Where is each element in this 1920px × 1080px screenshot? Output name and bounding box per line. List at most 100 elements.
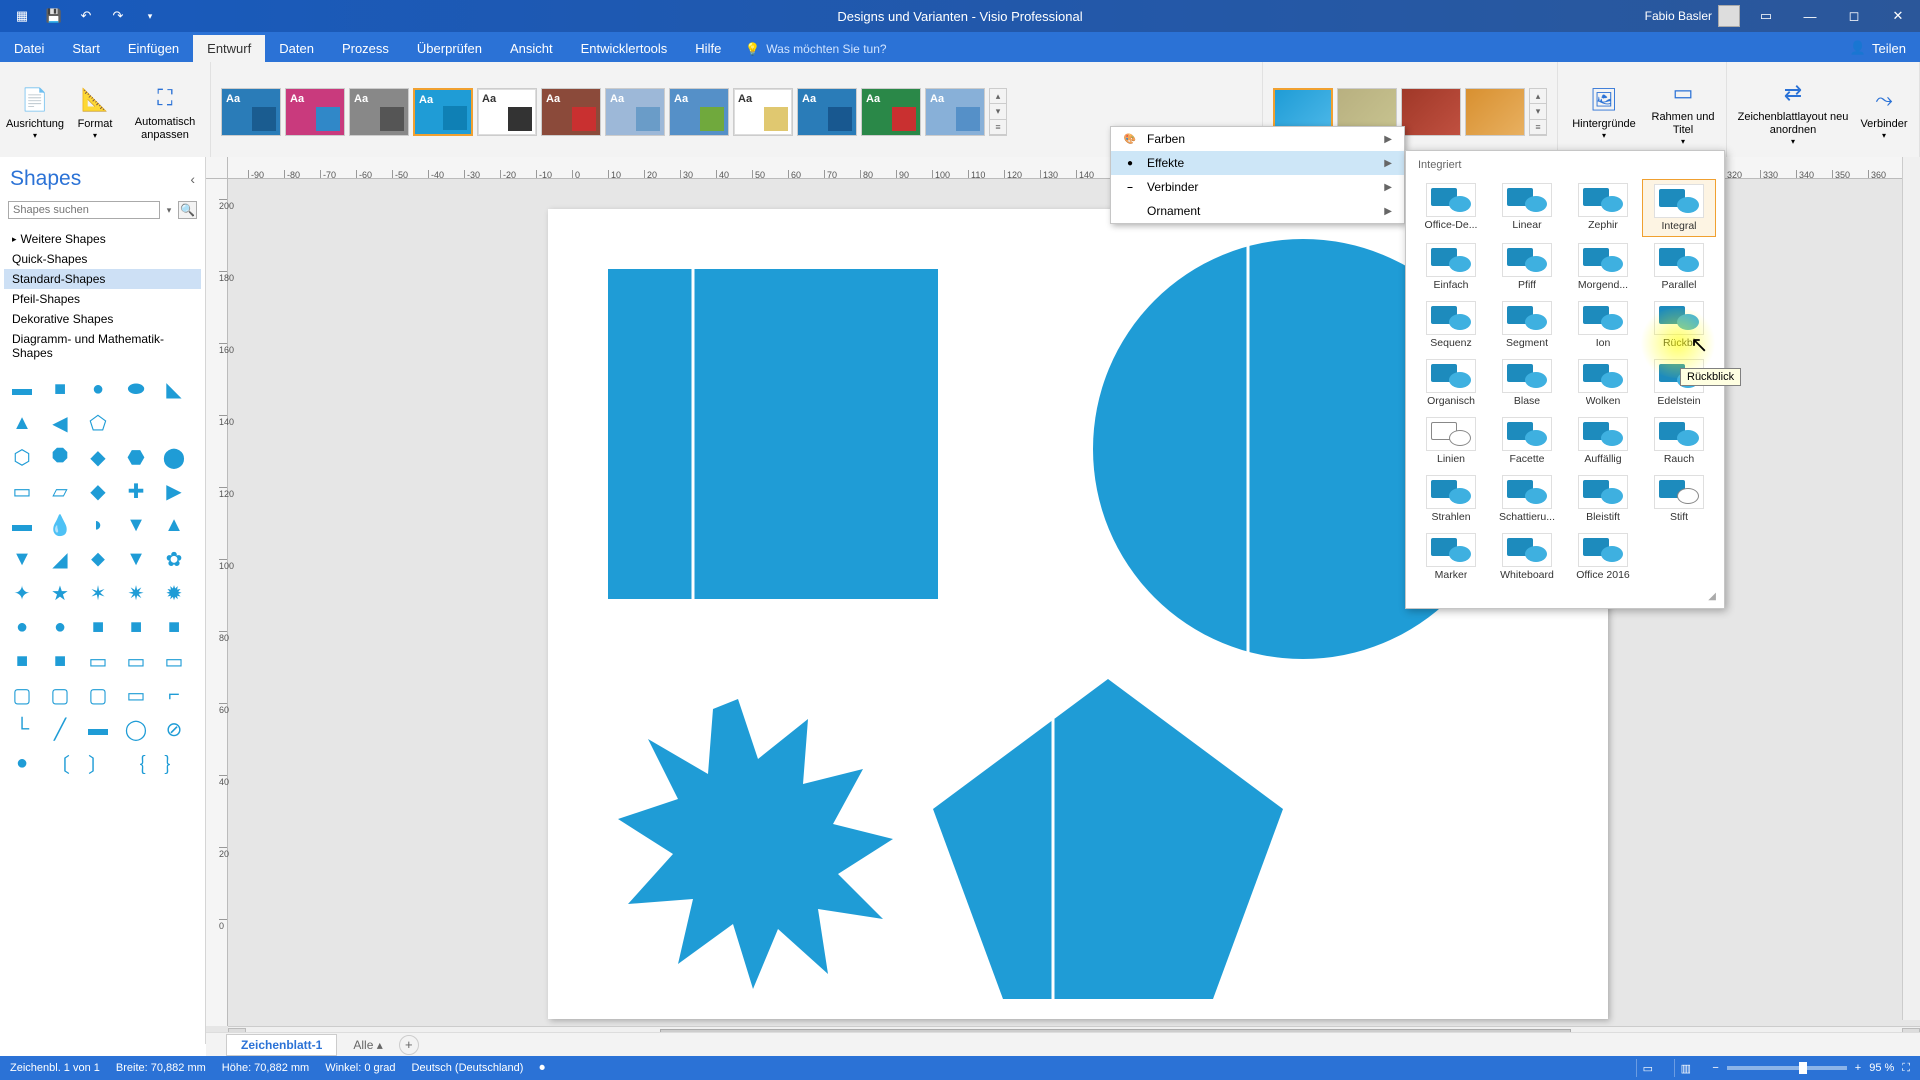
shape-rectangle[interactable] [608, 269, 938, 599]
connectors-button[interactable]: ⤳ Verbinder▾ [1855, 80, 1913, 145]
add-sheet-button[interactable]: + [399, 1035, 419, 1055]
shape-stencil-item[interactable]: ▬ [8, 377, 36, 401]
effect-item[interactable]: Morgend... [1566, 239, 1640, 295]
shapes-category[interactable]: Pfeil-Shapes [4, 289, 201, 309]
sheets-all-button[interactable]: Alle ▴ [343, 1035, 392, 1055]
shape-stencil-item[interactable]: ▭ [122, 649, 150, 673]
save-button[interactable]: 💾 [40, 4, 68, 28]
effect-item[interactable]: Ion [1566, 297, 1640, 353]
shape-stencil-item[interactable]: ✶ [84, 581, 112, 605]
shape-stencil-item[interactable]: ■ [160, 615, 188, 639]
effect-item[interactable]: Einfach [1414, 239, 1488, 295]
shapes-search-input[interactable] [8, 201, 160, 219]
ribbon-display-options[interactable]: ▭ [1748, 2, 1784, 30]
effect-item[interactable]: Schattieru... [1490, 471, 1564, 527]
sheet-tab[interactable]: Zeichenblatt-1 [226, 1034, 337, 1056]
design-thumb-selected[interactable]: Aa [413, 88, 473, 136]
shape-stencil-item[interactable]: ◆ [84, 479, 112, 503]
shape-stencil-item[interactable]: ■ [46, 377, 74, 401]
shape-stencil-item[interactable]: ▼ [122, 547, 150, 571]
tab-datei[interactable]: Datei [0, 35, 58, 62]
effect-item[interactable]: Pfiff [1490, 239, 1564, 295]
zoom-level[interactable]: 95 % [1869, 1062, 1894, 1074]
shape-stencil-item[interactable]: 💧 [46, 513, 74, 537]
effect-item[interactable]: Segment [1490, 297, 1564, 353]
tab-start[interactable]: Start [58, 35, 113, 62]
normal-view-button[interactable]: ▥ [1674, 1059, 1696, 1077]
tab-prozess[interactable]: Prozess [328, 35, 403, 62]
shape-stencil-item[interactable]: ▭ [84, 649, 112, 673]
vertical-scrollbar[interactable] [1902, 157, 1920, 1020]
shape-stencil-item[interactable]: ▬ [84, 717, 112, 741]
shape-stencil-item[interactable]: ◯ [122, 717, 150, 741]
effect-item[interactable]: Office 2016 [1566, 529, 1640, 585]
shape-stencil-item[interactable]: ⊘ [160, 717, 188, 741]
zoom-in-button[interactable]: + [1855, 1062, 1861, 1074]
menu-item-verbinder[interactable]: ⎯ Verbinder ▶ [1111, 175, 1404, 199]
design-thumb[interactable]: Aa [221, 88, 281, 136]
close-button[interactable]: ✕ [1880, 2, 1916, 30]
shape-stencil-item[interactable]: ▱ [46, 479, 74, 503]
zoom-out-button[interactable]: − [1712, 1062, 1718, 1074]
menu-item-ornament[interactable]: Ornament ▶ [1111, 199, 1404, 223]
shape-stencil-item[interactable]: ✦ [8, 581, 36, 605]
frames-button[interactable]: ▭ Rahmen und Titel▾ [1646, 73, 1720, 151]
collapse-panel-button[interactable]: ‹ [190, 171, 195, 187]
fit-page-button[interactable]: ⛶ [1902, 1062, 1910, 1075]
design-thumb[interactable]: Aa [477, 88, 537, 136]
tab-daten[interactable]: Daten [265, 35, 328, 62]
shape-starburst[interactable] [618, 699, 893, 989]
design-thumb[interactable]: Aa [349, 88, 409, 136]
shape-stencil-item[interactable]: ▼ [8, 547, 36, 571]
effect-item[interactable]: Marker [1414, 529, 1488, 585]
tab-hilfe[interactable]: Hilfe [681, 35, 735, 62]
shape-stencil-item[interactable]: ▭ [122, 683, 150, 707]
user-account[interactable]: Fabio Basler [1645, 5, 1740, 27]
shape-stencil-item[interactable]: ■ [46, 649, 74, 673]
tab-ueberpruefen[interactable]: Überprüfen [403, 35, 496, 62]
share-button[interactable]: 👤 Teilen [1836, 34, 1920, 62]
shape-stencil-item[interactable]: ⬡ [8, 445, 36, 469]
redo-button[interactable]: ↷ [104, 4, 132, 28]
shape-stencil-item[interactable]: ◣ [160, 377, 188, 401]
shape-stencil-item[interactable]: ▲ [8, 411, 36, 435]
shape-stencil-item[interactable]: ｛ [122, 751, 150, 775]
variant-thumb[interactable] [1401, 88, 1461, 136]
chevron-down-icon[interactable]: ▾ [164, 201, 174, 219]
shape-stencil-item[interactable]: ▬ [8, 513, 36, 537]
effect-item[interactable]: Organisch [1414, 355, 1488, 411]
presentation-mode-button[interactable]: ▭ [1636, 1059, 1658, 1077]
effect-item[interactable]: Blase [1490, 355, 1564, 411]
shape-stencil-item[interactable]: ▢ [46, 683, 74, 707]
tab-einfuegen[interactable]: Einfügen [114, 35, 193, 62]
shape-stencil-item[interactable]: ◆ [84, 445, 112, 469]
shape-stencil-item[interactable]: ✿ [160, 547, 188, 571]
effect-item[interactable]: Integral [1642, 179, 1716, 237]
shape-stencil-item[interactable]: 〔 [46, 751, 74, 775]
shape-stencil-item[interactable]: ✷ [122, 581, 150, 605]
shape-stencil-item[interactable]: ▭ [160, 649, 188, 673]
search-button[interactable]: 🔍 [178, 201, 197, 219]
effect-item[interactable]: Facette [1490, 413, 1564, 469]
effect-item[interactable]: Strahlen [1414, 471, 1488, 527]
relayout-button[interactable]: ⇄ Zeichenblattlayout neu anordnen▾ [1733, 73, 1853, 151]
shape-stencil-item[interactable]: ⬬ [122, 377, 150, 401]
resize-grip-icon[interactable]: ◢ [1410, 589, 1720, 604]
effect-item[interactable]: Bleistift [1566, 471, 1640, 527]
shape-stencil-item[interactable]: └ [8, 717, 36, 741]
design-thumb[interactable]: Aa [285, 88, 345, 136]
format-button[interactable]: 📐 Format▾ [66, 80, 124, 145]
orientation-button[interactable]: 📄 Ausrichtung▾ [6, 80, 64, 145]
design-gallery-more[interactable]: ▴▾≡ [989, 88, 1007, 136]
shape-stencil-item[interactable]: ▢ [84, 683, 112, 707]
design-thumb[interactable]: Aa [605, 88, 665, 136]
variant-thumb[interactable] [1465, 88, 1525, 136]
effect-item[interactable]: Linien [1414, 413, 1488, 469]
shape-stencil-item[interactable]: ● [46, 615, 74, 639]
shape-stencil-item[interactable]: ⯃ [46, 445, 74, 469]
tab-ansicht[interactable]: Ansicht [496, 35, 567, 62]
undo-button[interactable]: ↶ [72, 4, 100, 28]
effect-item[interactable]: Zephir [1566, 179, 1640, 237]
shapes-category[interactable]: Standard-Shapes [4, 269, 201, 289]
shape-stencil-item[interactable]: ■ [8, 649, 36, 673]
